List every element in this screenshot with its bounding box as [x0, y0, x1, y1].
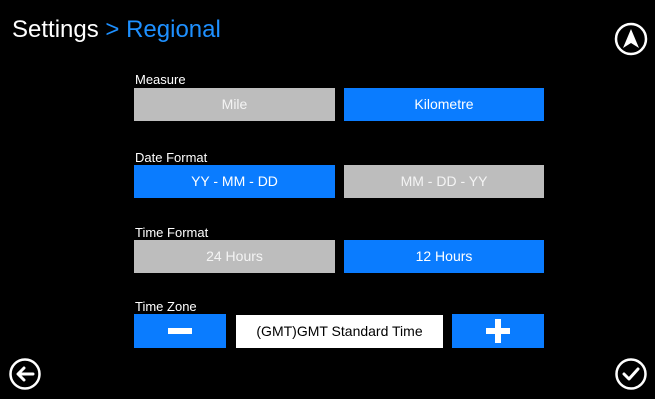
navigation-icon	[614, 22, 648, 56]
mile-button[interactable]: Mile	[134, 88, 335, 121]
confirm-button[interactable]	[614, 357, 648, 391]
back-button[interactable]	[8, 357, 42, 391]
12-hours-button[interactable]: 12 Hours	[344, 240, 544, 273]
time-zone-label: Time Zone	[135, 299, 197, 314]
time-zone-value: (GMT)GMT Standard Time	[236, 315, 443, 348]
title-regional: Regional	[126, 16, 221, 43]
measure-label: Measure	[135, 72, 186, 87]
page-title: Settings > Regional	[12, 16, 221, 44]
breadcrumb-separator: >	[105, 16, 120, 43]
title-settings: Settings	[12, 16, 99, 43]
minus-icon	[168, 328, 192, 334]
confirm-icon	[615, 358, 647, 390]
back-icon	[9, 358, 41, 390]
time-zone-increment-button[interactable]	[452, 314, 544, 348]
date-format-yymmdd-button[interactable]: YY - MM - DD	[134, 165, 335, 198]
24-hours-button[interactable]: 24 Hours	[134, 240, 335, 273]
date-format-label: Date Format	[135, 150, 208, 165]
date-format-mmddyy-button[interactable]: MM - DD - YY	[344, 165, 544, 198]
kilometre-button[interactable]: Kilometre	[344, 88, 544, 121]
time-format-label: Time Format	[135, 225, 209, 240]
plus-icon	[486, 319, 510, 343]
time-zone-decrement-button[interactable]	[134, 314, 226, 348]
navigation-button[interactable]	[614, 22, 648, 56]
